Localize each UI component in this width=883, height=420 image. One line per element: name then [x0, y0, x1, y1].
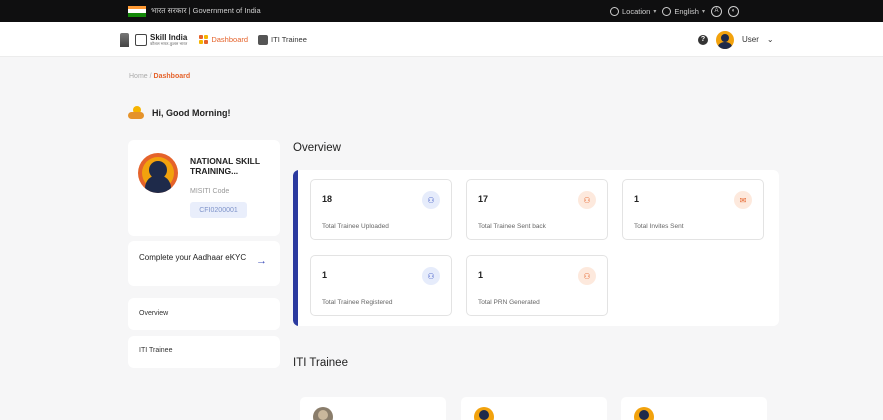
stat-value: 17 [478, 194, 489, 204]
india-flag-icon [128, 5, 146, 17]
skill-india-logo[interactable]: Skill India कौशल भारत-कुशल भारत [135, 33, 188, 46]
nav-dashboard-label: Dashboard [211, 35, 249, 44]
chevron-down-icon: ▾ [701, 8, 705, 15]
trainee-avatar [313, 407, 333, 420]
breadcrumb-home[interactable]: Home [129, 73, 148, 80]
stat-value: 18 [322, 194, 333, 204]
user-return-icon: ⚇ [578, 191, 596, 209]
org-avatar [138, 153, 178, 193]
skill-india-logo-icon [135, 33, 147, 46]
user-check-icon: ⚇ [422, 267, 440, 285]
misiti-code-label: MISITI Code [190, 188, 230, 195]
government-bar: भारत सरकार | Government of India Locatio… [0, 0, 883, 22]
greeting-text: Hi, Good Morning! [152, 108, 231, 118]
govbar-title: भारत सरकार | Government of India [151, 6, 261, 15]
nav-right: ? User ⌄ [698, 22, 774, 57]
logo-tagline: कौशल भारत-कुशल भारत [150, 40, 188, 46]
location-pin-icon [610, 6, 619, 16]
iti-trainee-section-title: ITI Trainee [293, 357, 348, 369]
user-name[interactable]: User [742, 35, 759, 44]
breadcrumb: Home / Dashboard [129, 73, 190, 80]
overview-panel: 18 ⚇ Total Trainee Uploaded 17 ⚇ Total T… [293, 170, 779, 326]
ekyc-label: Complete your Aadhaar eKYC [139, 253, 247, 262]
trainee-icon [258, 34, 269, 45]
nav-dashboard-link[interactable]: Dashboard [199, 35, 248, 44]
greeting: Hi, Good Morning! [128, 106, 230, 120]
overview-title: Overview [293, 142, 341, 154]
stat-card-trainee-sent-back[interactable]: 17 ⚇ Total Trainee Sent back [466, 179, 608, 240]
stat-value: 1 [322, 270, 328, 280]
users-icon: ⚇ [422, 191, 440, 209]
org-name: NATIONAL SKILL TRAINING... [190, 156, 260, 177]
trainee-avatar [474, 407, 494, 420]
stat-value: 1 [478, 270, 484, 280]
user-edit-icon: ⚇ [578, 267, 596, 285]
breadcrumb-separator: / [149, 73, 152, 80]
stat-label: Total Trainee Uploaded [322, 223, 389, 230]
language-label: English [674, 6, 699, 16]
sun-cloud-icon [128, 106, 144, 120]
dashboard-grid-icon [199, 35, 209, 44]
govbar-right: Location ▾ English ▾ A ◐ [610, 0, 739, 22]
stat-label: Total PRN Generated [478, 299, 540, 306]
main-navbar: Skill India कौशल भारत-कुशल भारत Dashboar… [0, 22, 883, 57]
user-menu-chevron-icon[interactable]: ⌄ [767, 35, 774, 44]
overview-accent-bar [293, 170, 298, 326]
trainee-card[interactable] [621, 397, 767, 420]
misiti-code-chip: CFI0200001 [190, 202, 247, 218]
trainee-avatar [634, 407, 654, 420]
profile-card: NATIONAL SKILL TRAINING... MISITI Code C… [128, 140, 280, 236]
user-avatar[interactable] [716, 30, 734, 49]
stat-card-invites-sent[interactable]: 1 ✉ Total Invites Sent [622, 179, 764, 240]
location-label: Location [622, 6, 651, 16]
stat-card-trainee-uploaded[interactable]: 18 ⚇ Total Trainee Uploaded [310, 179, 452, 240]
govbar-left: भारत सरकार | Government of India [128, 0, 261, 22]
stat-card-prn-generated[interactable]: 1 ⚇ Total PRN Generated [466, 255, 608, 316]
breadcrumb-current: Dashboard [153, 73, 191, 80]
stat-label: Total Invites Sent [634, 223, 684, 230]
stat-card-trainee-registered[interactable]: 1 ⚇ Total Trainee Registered [310, 255, 452, 316]
sidebar-item-iti-trainee[interactable]: ITI Trainee [128, 336, 280, 368]
nav-iti-trainee-link[interactable]: ITI Trainee [258, 34, 307, 45]
national-emblem-icon [120, 32, 129, 47]
trainee-card[interactable] [461, 397, 607, 420]
location-selector[interactable]: Location ▾ [610, 6, 657, 16]
mail-icon: ✉ [734, 191, 752, 209]
aadhaar-ekyc-card[interactable]: Complete your Aadhaar eKYC → [128, 241, 280, 286]
sidebar-item-overview[interactable]: Overview [128, 298, 280, 330]
globe-icon [662, 6, 672, 16]
trainee-card[interactable] [300, 397, 446, 420]
stat-label: Total Trainee Registered [322, 299, 393, 306]
chevron-down-icon: ▾ [653, 8, 657, 15]
nav-iti-label: ITI Trainee [271, 35, 307, 44]
arrow-right-icon: → [256, 255, 267, 267]
stat-value: 1 [634, 194, 640, 204]
contrast-icon[interactable]: ◐ [728, 5, 739, 17]
stat-label: Total Trainee Sent back [478, 223, 546, 230]
language-selector[interactable]: English ▾ [662, 6, 705, 16]
font-size-icon[interactable]: A [711, 5, 722, 17]
help-icon[interactable]: ? [698, 34, 708, 45]
nav-left: Skill India कौशल भारत-कुशल भारत Dashboar… [120, 22, 307, 57]
